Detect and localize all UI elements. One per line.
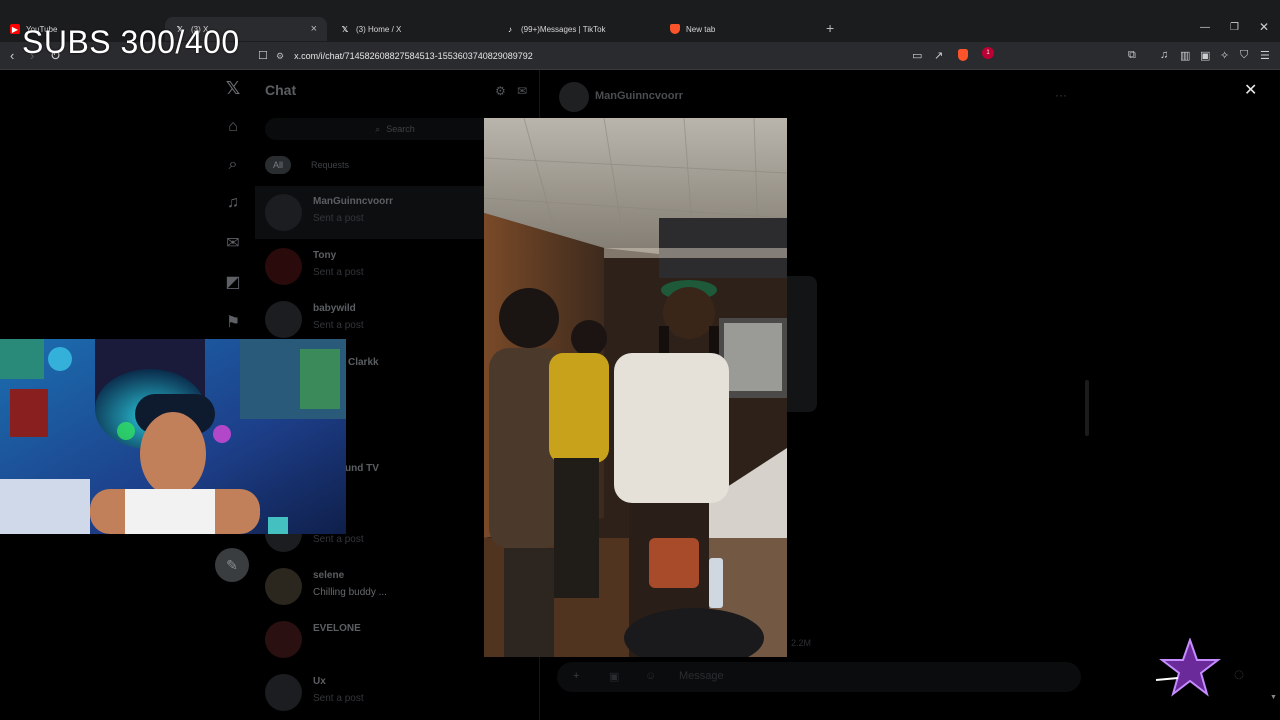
site-info-icon[interactable]: ⚙ <box>276 51 284 62</box>
conversation-preview: Chilling buddy ... <box>313 587 387 598</box>
add-icon[interactable]: + <box>573 670 579 682</box>
share-icon[interactable]: ↗ <box>934 49 943 62</box>
messages-icon[interactable]: ✉ <box>223 233 243 253</box>
conversation-name: EVELONE <box>313 623 361 634</box>
conversation-preview: Sent a post <box>313 320 364 331</box>
bookmark-icon[interactable]: ☐ <box>258 49 268 62</box>
views-count: 2.2M <box>791 638 812 648</box>
tab-label: New tab <box>686 24 716 34</box>
tab-new-tab[interactable]: New tab <box>660 17 820 41</box>
grok-icon[interactable]: ◩ <box>223 272 243 292</box>
url-field[interactable]: ⚙ x.com/i/chat/714582608827584513-155360… <box>276 46 996 66</box>
tab-x-home[interactable]: 𝕏 (3) Home / X <box>330 17 495 41</box>
new-tab-button[interactable]: + <box>826 20 834 36</box>
tiktok-icon: ♪ <box>508 24 512 34</box>
post-button[interactable]: ✎ <box>215 548 249 582</box>
message-placeholder: Message <box>679 670 724 682</box>
wallet-icon[interactable]: ▣ <box>1200 49 1210 62</box>
emoji-icon[interactable]: ☺ <box>645 670 656 682</box>
message-composer[interactable]: + ▣ ☺ Message <box>557 662 1081 692</box>
conversation-name: Tony <box>313 250 337 261</box>
studio-photo-illustration <box>484 118 787 657</box>
more-options-icon[interactable]: ··· <box>1055 88 1067 102</box>
search-icon: ⌕ <box>375 123 381 134</box>
home-icon[interactable]: ⌂ <box>223 118 243 138</box>
brave-rewards-icon[interactable]: 1 <box>982 47 994 59</box>
leo-ai-icon[interactable]: ✧ <box>1220 49 1229 62</box>
search-placeholder: Search <box>386 124 415 134</box>
thread-avatar <box>559 82 589 112</box>
avatar <box>265 301 302 338</box>
minimize-icon[interactable]: — <box>1200 22 1210 33</box>
avatar <box>265 248 302 285</box>
x-logo-icon[interactable]: 𝕏 <box>223 78 243 98</box>
conversation-preview: Sent a post <box>313 213 364 224</box>
close-viewer-icon[interactable]: ✕ <box>1244 80 1257 100</box>
conversation-item[interactable]: Ux Sent a post <box>255 666 540 719</box>
filter-requests[interactable]: Requests <box>303 156 357 174</box>
brave-shields-icon[interactable] <box>958 49 968 61</box>
url-text: x.com/i/chat/714582608827584513-15536037… <box>294 51 533 61</box>
back-icon[interactable]: ‹ <box>10 48 14 63</box>
x-icon: 𝕏 <box>341 24 349 34</box>
menu-icon[interactable]: ☰ <box>1260 49 1270 62</box>
close-tab-icon[interactable]: × <box>311 23 317 35</box>
cast-icon[interactable]: ▭ <box>912 49 922 62</box>
conversation-name: und TV <box>345 463 379 474</box>
vpn-icon[interactable]: ⛉ <box>1240 49 1248 62</box>
settings-icon[interactable]: ⚙ <box>495 84 506 98</box>
conversation-preview: Sent a post <box>313 267 364 278</box>
image-icon[interactable]: ▣ <box>609 670 619 683</box>
youtube-icon: ▶ <box>10 24 20 34</box>
conversation-name: ManGuinncvoorr <box>313 196 394 207</box>
avatar <box>265 674 302 711</box>
conversation-name: Ux <box>313 676 326 687</box>
webcam-overlay <box>0 339 346 534</box>
tab-tiktok[interactable]: ♪ (99+)Messages | TikTok <box>495 17 660 41</box>
conversation-name: Clarkk <box>348 357 379 368</box>
bookmarks-icon[interactable]: ⚑ <box>223 312 243 332</box>
thread-scrollbar[interactable] <box>1085 380 1089 436</box>
grok-corner-icon[interactable]: ◌ <box>1226 664 1252 690</box>
subs-counter-overlay: SUBS 300/400 <box>22 24 240 60</box>
window-close-icon[interactable]: ✕ <box>1259 20 1269 34</box>
brave-icon <box>670 24 680 34</box>
restore-icon[interactable]: ❐ <box>1230 22 1239 33</box>
tab-label: (3) Home / X <box>356 24 402 34</box>
conversation-preview: Sent a post <box>313 534 364 545</box>
conversation-name: selene <box>313 570 345 581</box>
music-icon[interactable]: ♫ <box>1160 49 1168 61</box>
conversation-preview: Sent a post <box>313 693 364 704</box>
sidebar-icon[interactable]: ▥ <box>1180 49 1190 62</box>
conversation-name: babywild <box>313 303 356 314</box>
streamer-star-logo <box>1155 638 1221 697</box>
avatar <box>265 194 302 231</box>
new-message-icon[interactable]: ✉ <box>517 84 527 98</box>
webcam-feed-illustration <box>0 339 346 534</box>
filter-all[interactable]: All <box>265 156 292 174</box>
screenshot-icon[interactable]: ⧉ <box>1128 49 1136 62</box>
avatar <box>265 621 302 658</box>
explore-icon[interactable]: ⌕ <box>223 156 243 176</box>
tab-label: (99+)Messages | TikTok <box>521 24 606 34</box>
notifications-icon[interactable]: ♫ <box>223 194 243 214</box>
scroll-down-arrow-icon[interactable]: ▼ <box>1270 694 1277 701</box>
avatar <box>265 568 302 605</box>
chat-title: Chat <box>265 82 297 98</box>
thread-name: ManGuinncvoorr <box>595 90 684 102</box>
media-photo <box>484 118 787 657</box>
